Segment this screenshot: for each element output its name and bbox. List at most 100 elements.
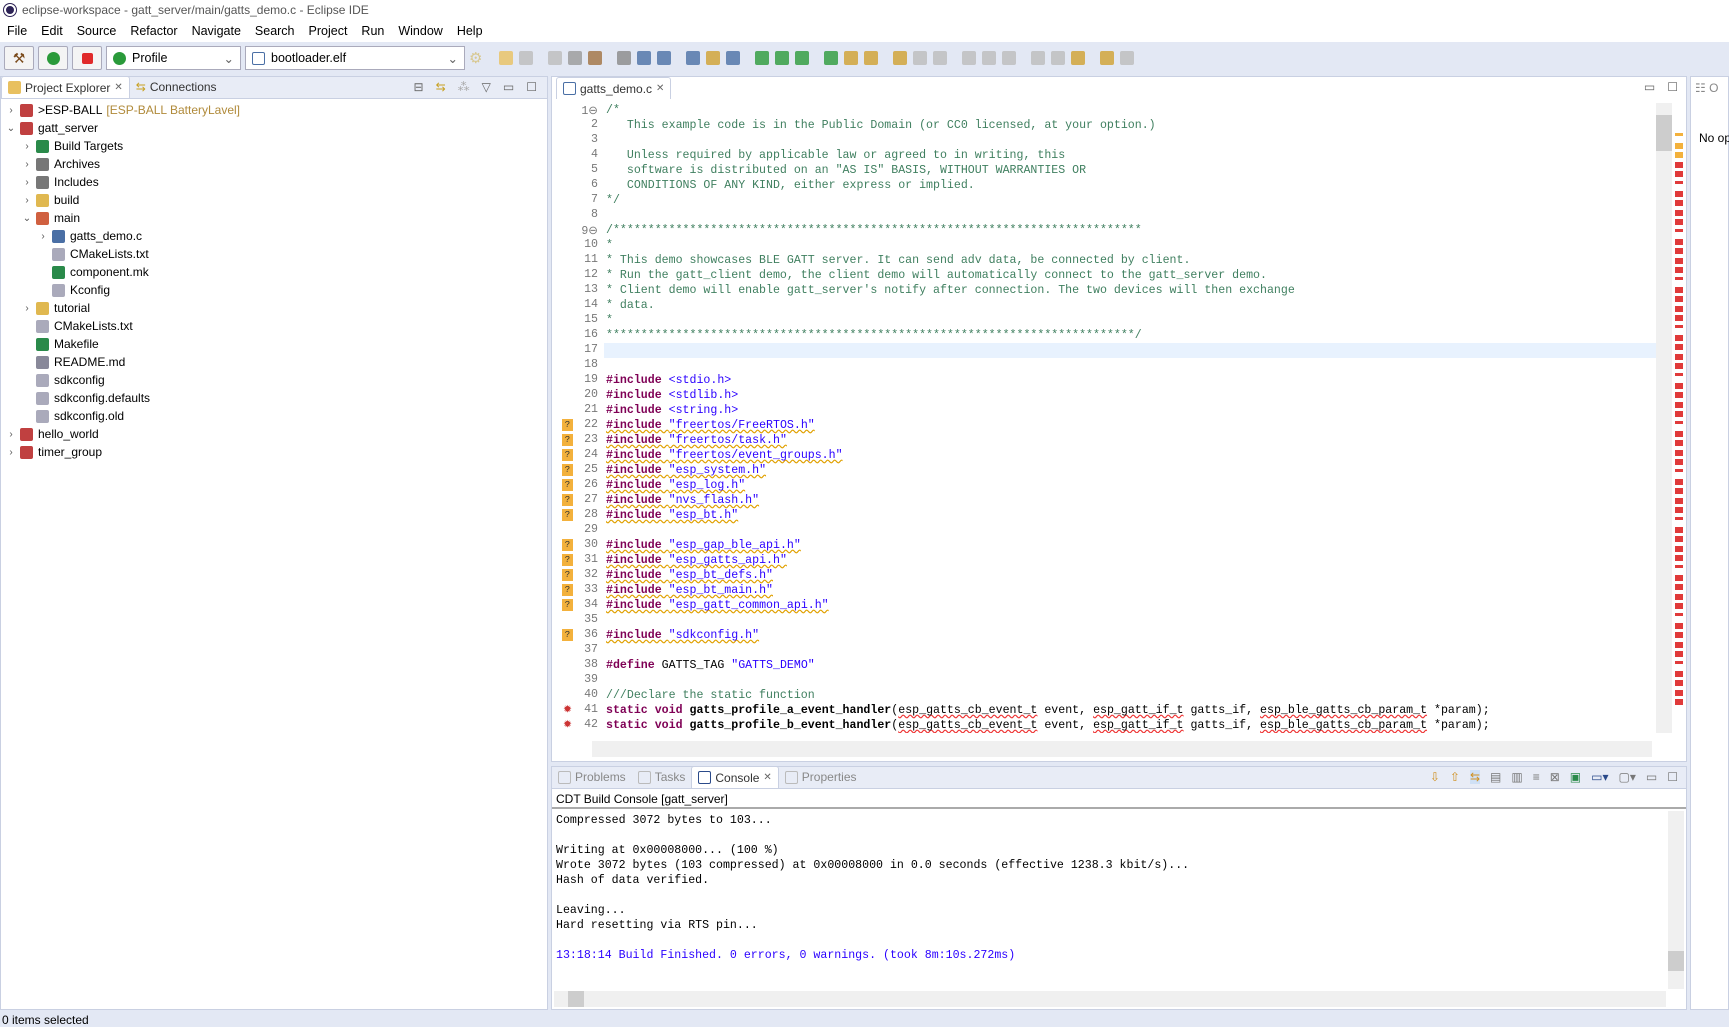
overview-marker[interactable] (1675, 603, 1683, 610)
outline-icon[interactable]: ☷ O (1691, 77, 1728, 99)
overview-marker[interactable] (1675, 382, 1683, 389)
overview-marker[interactable] (1675, 200, 1683, 207)
overview-marker[interactable] (1675, 315, 1683, 322)
warning-marker-icon[interactable]: ? (562, 479, 573, 491)
overview-marker[interactable] (1675, 507, 1683, 514)
overview-marker[interactable] (1675, 449, 1683, 456)
overview-marker[interactable] (1675, 190, 1683, 197)
line-number[interactable]: 2 (558, 118, 598, 131)
clear-icon[interactable]: ▤ (1490, 770, 1501, 784)
tree-item[interactable]: › build (1, 191, 547, 209)
overview-marker[interactable] (1675, 219, 1683, 226)
toolbar-tool-icon[interactable] (933, 51, 948, 65)
tree-item[interactable]: ⌄ gatt_server (1, 119, 547, 137)
toolbar-tool-icon[interactable] (913, 51, 928, 65)
overview-marker[interactable] (1675, 344, 1683, 351)
overview-marker[interactable] (1675, 680, 1683, 687)
menu-window[interactable]: Window (391, 24, 449, 38)
tab-properties[interactable]: Properties (779, 766, 863, 788)
chevron-right-icon[interactable]: › (5, 447, 17, 458)
toolbar-tool-icon[interactable] (864, 51, 879, 65)
filter-icon[interactable]: ⁂ (458, 80, 470, 94)
launch-target-select[interactable]: bootloader.elf ⌄ (245, 46, 465, 70)
minimize-icon[interactable]: ▭ (1644, 80, 1655, 94)
overview-marker[interactable] (1675, 593, 1683, 600)
close-icon[interactable]: ✕ (114, 82, 122, 93)
warning-marker-icon[interactable]: ? (562, 599, 573, 611)
tab-tasks[interactable]: Tasks (632, 766, 692, 788)
console-horizontal-scrollbar[interactable] (554, 991, 1666, 1007)
overview-marker[interactable] (1675, 209, 1683, 216)
gear-icon[interactable]: ⚙ (469, 49, 482, 67)
minimize-icon[interactable]: ▭ (1646, 770, 1657, 784)
line-number[interactable]: 38 (558, 658, 598, 671)
tab-problems[interactable]: Problems (552, 766, 632, 788)
tree-item[interactable]: › hello_world (1, 425, 547, 443)
warning-marker-icon[interactable]: ? (562, 629, 573, 641)
tree-item[interactable]: sdkconfig.old (1, 407, 547, 425)
warning-marker-icon[interactable]: ? (562, 464, 573, 476)
maximize-icon[interactable]: ☐ (1667, 770, 1678, 784)
tree-item[interactable]: Kconfig (1, 281, 547, 299)
toolbar-tool-icon[interactable] (982, 51, 997, 65)
overview-marker[interactable] (1675, 526, 1683, 533)
line-number[interactable]: 17 (558, 343, 598, 356)
line-number[interactable]: 6 (558, 178, 598, 191)
line-number[interactable]: 12 (558, 268, 598, 281)
overview-marker[interactable] (1675, 152, 1683, 159)
chevron-right-icon[interactable]: › (21, 177, 33, 188)
new-console-icon[interactable]: ▢▾ (1619, 770, 1636, 784)
overview-marker[interactable] (1675, 574, 1683, 581)
menu-navigate[interactable]: Navigate (185, 24, 248, 38)
line-number[interactable]: 21 (558, 403, 598, 416)
menu-source[interactable]: Source (70, 24, 124, 38)
overview-marker[interactable] (1675, 161, 1683, 168)
chevron-right-icon[interactable]: › (21, 195, 33, 206)
launch-mode-select[interactable]: Profile ⌄ (106, 46, 241, 70)
line-number[interactable]: 14 (558, 298, 598, 311)
overview-marker[interactable] (1675, 277, 1683, 280)
overview-marker[interactable] (1675, 641, 1683, 648)
tab-connections[interactable]: ⇆ Connections (130, 76, 223, 98)
overview-marker[interactable] (1675, 565, 1683, 568)
line-number[interactable]: 4 (558, 148, 598, 161)
tree-item[interactable]: README.md (1, 353, 547, 371)
stop-button[interactable] (72, 46, 102, 70)
scroll-thumb[interactable] (568, 991, 584, 1007)
overview-marker[interactable] (1675, 584, 1683, 591)
scroll-thumb[interactable] (1656, 115, 1672, 151)
tree-item[interactable]: › timer_group (1, 443, 547, 461)
overview-marker[interactable] (1675, 229, 1683, 232)
chevron-down-icon[interactable]: ⌄ (21, 213, 33, 224)
overview-marker[interactable] (1675, 411, 1683, 418)
line-number[interactable]: 3 (558, 133, 598, 146)
tree-item[interactable]: › Archives (1, 155, 547, 173)
overview-marker[interactable] (1675, 670, 1683, 677)
chevron-right-icon[interactable]: › (21, 159, 33, 170)
overview-ruler[interactable] (1674, 103, 1684, 733)
toolbar-tool-icon[interactable] (1031, 51, 1046, 65)
overview-marker[interactable] (1675, 545, 1683, 552)
overview-marker[interactable] (1675, 497, 1683, 504)
menu-help[interactable]: Help (450, 24, 490, 38)
toolbar-tool-icon[interactable] (775, 51, 790, 65)
chevron-right-icon[interactable]: › (37, 231, 49, 242)
toolbar-tool-icon[interactable] (637, 51, 652, 65)
toolbar-tool-icon[interactable] (1002, 51, 1017, 65)
tree-item[interactable]: component.mk (1, 263, 547, 281)
toolbar-tool-icon[interactable] (686, 51, 701, 65)
line-number[interactable]: 11 (558, 253, 598, 266)
line-number[interactable]: 35 (558, 613, 598, 626)
toolbar-tool-icon[interactable] (617, 51, 632, 65)
build-button[interactable]: ⚒ (4, 46, 34, 70)
chevron-right-icon[interactable]: › (21, 303, 33, 314)
chevron-right-icon[interactable]: › (5, 429, 17, 440)
overview-marker[interactable] (1675, 699, 1683, 706)
overview-marker[interactable] (1675, 469, 1683, 472)
overview-marker[interactable] (1675, 430, 1683, 437)
tree-item[interactable]: › Build Targets (1, 137, 547, 155)
wrap-icon[interactable]: ≡ (1533, 770, 1540, 784)
toolbar-tool-icon[interactable] (1120, 51, 1135, 65)
overview-marker[interactable] (1675, 555, 1683, 562)
toolbar-tool-icon[interactable] (548, 51, 563, 65)
